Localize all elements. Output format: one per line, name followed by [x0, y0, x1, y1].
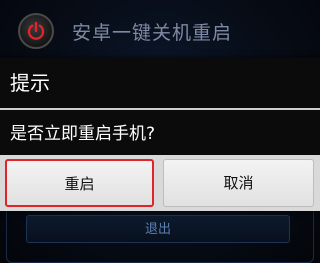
app-header: 安卓一键关机重启 — [10, 8, 310, 54]
dialog-divider — [0, 108, 320, 110]
power-button[interactable] — [18, 13, 54, 49]
cancel-button[interactable]: 取消 — [163, 159, 314, 207]
dialog-message: 是否立即重启手机? — [10, 124, 156, 144]
dialog-button-bar: 重启 取消 — [0, 155, 320, 211]
power-icon — [27, 21, 45, 40]
app-title: 安卓一键关机重启 — [72, 21, 233, 44]
confirm-dialog: 提示 是否立即重启手机? 重启 取消 — [0, 58, 320, 211]
dialog-title: 提示 — [10, 71, 50, 95]
confirm-restart-button[interactable]: 重启 — [5, 159, 154, 207]
app-exit-button[interactable]: 退出 — [26, 215, 290, 243]
